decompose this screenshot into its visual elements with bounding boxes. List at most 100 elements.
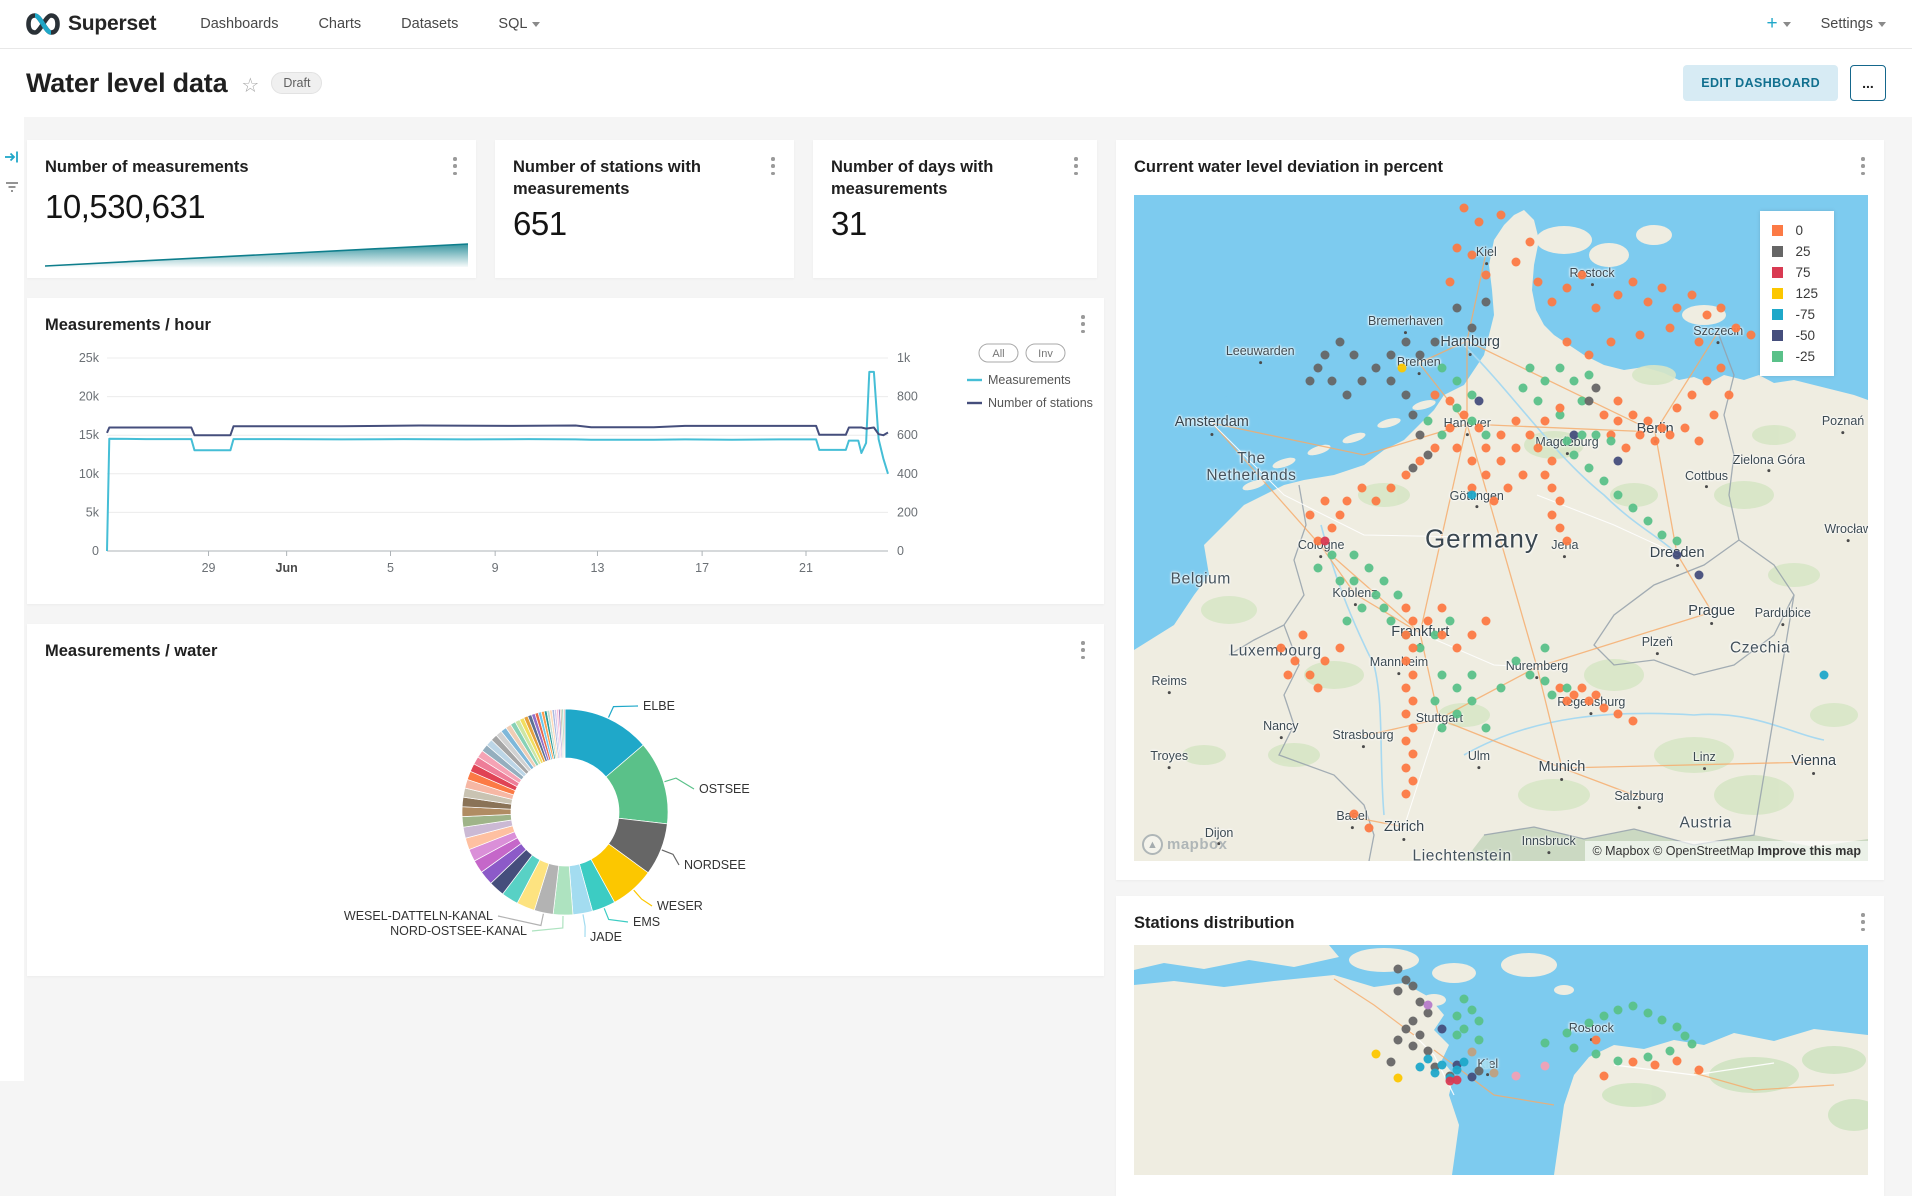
station-dot[interactable] bbox=[1607, 337, 1616, 346]
station-dot[interactable] bbox=[1541, 1062, 1550, 1071]
station-dot[interactable] bbox=[1673, 1022, 1682, 1031]
legend-item[interactable]: -75 bbox=[1772, 304, 1818, 325]
station-dot[interactable] bbox=[1408, 750, 1417, 759]
station-dot[interactable] bbox=[1563, 437, 1572, 446]
station-dot[interactable] bbox=[1298, 630, 1307, 639]
station-dot[interactable] bbox=[1474, 424, 1483, 433]
station-dot[interactable] bbox=[1372, 590, 1381, 599]
station-dot[interactable] bbox=[1460, 995, 1469, 1004]
station-dot[interactable] bbox=[1438, 1060, 1447, 1069]
station-dot[interactable] bbox=[1320, 657, 1329, 666]
station-dot[interactable] bbox=[1673, 404, 1682, 413]
station-dot[interactable] bbox=[1570, 1044, 1579, 1053]
station-dot[interactable] bbox=[1482, 297, 1491, 306]
station-dot[interactable] bbox=[1724, 390, 1733, 399]
improve-map-link[interactable]: Improve this map bbox=[1758, 844, 1862, 858]
station-dot[interactable] bbox=[1614, 417, 1623, 426]
station-dot[interactable] bbox=[1401, 763, 1410, 772]
station-dot[interactable] bbox=[1364, 823, 1373, 832]
station-dot[interactable] bbox=[1533, 444, 1542, 453]
station-dot[interactable] bbox=[1563, 697, 1572, 706]
station-dot[interactable] bbox=[1408, 670, 1417, 679]
station-dot[interactable] bbox=[1460, 204, 1469, 213]
station-dot[interactable] bbox=[1629, 504, 1638, 513]
station-dot[interactable] bbox=[1526, 670, 1535, 679]
station-dot[interactable] bbox=[1819, 670, 1828, 679]
station-dot[interactable] bbox=[1548, 297, 1557, 306]
station-dot[interactable] bbox=[1555, 524, 1564, 533]
station-dot[interactable] bbox=[1401, 630, 1410, 639]
station-dot[interactable] bbox=[1555, 364, 1564, 373]
station-dot[interactable] bbox=[1511, 657, 1520, 666]
station-dot[interactable] bbox=[1563, 284, 1572, 293]
station-dot[interactable] bbox=[1548, 484, 1557, 493]
station-dot[interactable] bbox=[1342, 390, 1351, 399]
station-dot[interactable] bbox=[1555, 404, 1564, 413]
station-dot[interactable] bbox=[1643, 517, 1652, 526]
station-dot[interactable] bbox=[1335, 577, 1344, 586]
station-dot[interactable] bbox=[1408, 1017, 1417, 1026]
station-dot[interactable] bbox=[1526, 364, 1535, 373]
station-dot[interactable] bbox=[1452, 1011, 1461, 1020]
station-dot[interactable] bbox=[1452, 1066, 1461, 1075]
station-dot[interactable] bbox=[1467, 324, 1476, 333]
station-dot[interactable] bbox=[1306, 670, 1315, 679]
station-dot[interactable] bbox=[1665, 324, 1674, 333]
legend-item[interactable]: 0 bbox=[1772, 220, 1818, 241]
station-dot[interactable] bbox=[1474, 1036, 1483, 1045]
station-dot[interactable] bbox=[1445, 277, 1454, 286]
station-dot[interactable] bbox=[1702, 377, 1711, 386]
station-dot[interactable] bbox=[1467, 630, 1476, 639]
new-item-button[interactable]: + bbox=[1766, 13, 1790, 35]
station-dot[interactable] bbox=[1401, 737, 1410, 746]
station-dot[interactable] bbox=[1474, 397, 1483, 406]
station-dot[interactable] bbox=[1614, 490, 1623, 499]
station-dot[interactable] bbox=[1401, 790, 1410, 799]
station-dot[interactable] bbox=[1665, 1047, 1674, 1056]
station-dot[interactable] bbox=[1673, 1056, 1682, 1065]
settings-menu[interactable]: Settings bbox=[1821, 16, 1886, 32]
station-dot[interactable] bbox=[1357, 484, 1366, 493]
station-dot[interactable] bbox=[1614, 397, 1623, 406]
station-dot[interactable] bbox=[1401, 710, 1410, 719]
station-dot[interactable] bbox=[1548, 690, 1557, 699]
station-dot[interactable] bbox=[1511, 257, 1520, 266]
station-dot[interactable] bbox=[1658, 1015, 1667, 1024]
station-dot[interactable] bbox=[1592, 430, 1601, 439]
kebab-menu-icon[interactable] bbox=[448, 156, 462, 176]
station-dot[interactable] bbox=[1386, 484, 1395, 493]
station-dot[interactable] bbox=[1306, 377, 1315, 386]
station-dot[interactable] bbox=[1614, 1056, 1623, 1065]
station-dot[interactable] bbox=[1643, 1009, 1652, 1018]
station-dot[interactable] bbox=[1592, 1049, 1601, 1058]
station-dot[interactable] bbox=[1680, 1032, 1689, 1041]
station-dot[interactable] bbox=[1482, 444, 1491, 453]
station-dot[interactable] bbox=[1379, 603, 1388, 612]
station-dot[interactable] bbox=[1445, 617, 1454, 626]
station-dot[interactable] bbox=[1408, 1041, 1417, 1050]
station-dot[interactable] bbox=[1430, 390, 1439, 399]
station-dot[interactable] bbox=[1607, 437, 1616, 446]
map-legend[interactable]: 02575125-75-50-25 bbox=[1760, 211, 1834, 376]
station-dot[interactable] bbox=[1467, 490, 1476, 499]
station-dot[interactable] bbox=[1497, 210, 1506, 219]
station-dot[interactable] bbox=[1452, 304, 1461, 313]
station-dot[interactable] bbox=[1313, 364, 1322, 373]
stations-map[interactable]: KielRostock bbox=[1134, 945, 1868, 1175]
station-dot[interactable] bbox=[1350, 810, 1359, 819]
station-dot[interactable] bbox=[1592, 1036, 1601, 1045]
station-dot[interactable] bbox=[1452, 683, 1461, 692]
station-dot[interactable] bbox=[1438, 630, 1447, 639]
station-dot[interactable] bbox=[1629, 717, 1638, 726]
station-dot[interactable] bbox=[1467, 697, 1476, 706]
station-dot[interactable] bbox=[1673, 537, 1682, 546]
filter-icon[interactable] bbox=[4, 179, 20, 200]
station-dot[interactable] bbox=[1687, 390, 1696, 399]
station-dot[interactable] bbox=[1401, 603, 1410, 612]
station-dot[interactable] bbox=[1614, 290, 1623, 299]
station-dot[interactable] bbox=[1482, 270, 1491, 279]
kebab-menu-icon[interactable] bbox=[1856, 912, 1870, 932]
station-dot[interactable] bbox=[1489, 1068, 1498, 1077]
station-dot[interactable] bbox=[1563, 337, 1572, 346]
station-dot[interactable] bbox=[1423, 1000, 1432, 1009]
